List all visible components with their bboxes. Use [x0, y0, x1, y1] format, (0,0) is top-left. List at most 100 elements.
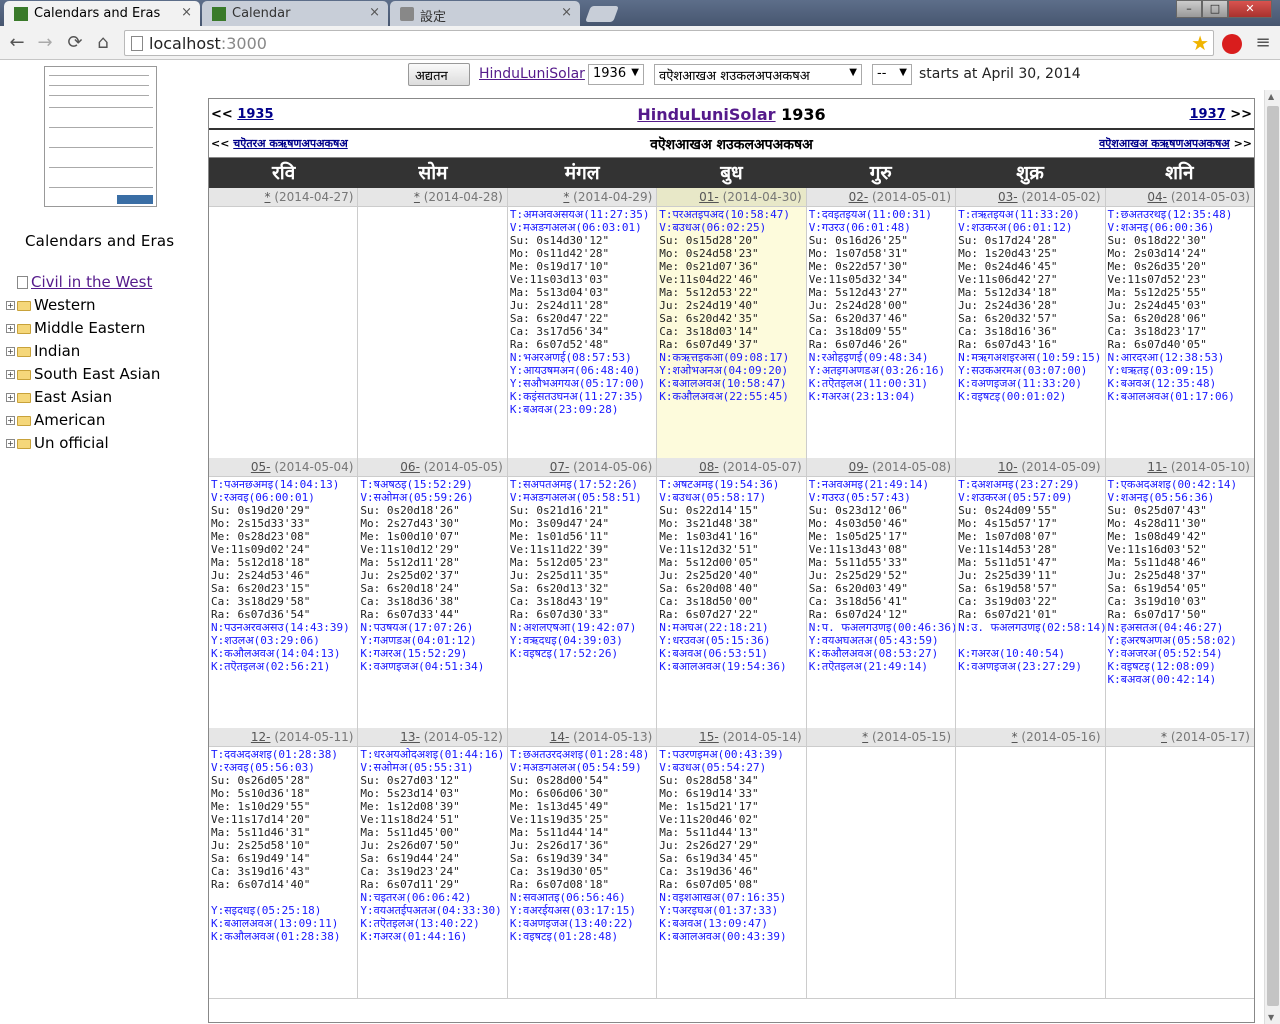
calendar-day-cell[interactable]: * (2014-05-15): [806, 728, 957, 998]
tree-item-indian[interactable]: + Indian: [6, 342, 80, 360]
calendar-title: HinduLuniSolar 1936: [209, 105, 1254, 124]
expand-icon[interactable]: +: [6, 439, 15, 448]
scroll-up-icon[interactable]: ▲: [1268, 92, 1274, 101]
calendar-day-cell[interactable]: 08- (2014-05-07) T:अषटअमइ(19:54:36) V:बउधअ…: [657, 458, 807, 728]
day-number-link[interactable]: 01-: [699, 190, 719, 204]
day-detail-line: Ju: 2s26d17'36": [509, 839, 610, 852]
calendar-day-cell[interactable]: 01- (2014-04-30) T:परअतइपअद(10:58:47) V:बउ…: [657, 188, 807, 458]
calendar-day-cell[interactable]: 06- (2014-05-05) T:षअषठइ(15:52:29) V:सओमअ(…: [358, 458, 508, 728]
tree-item-american[interactable]: + American: [6, 411, 105, 429]
calendar-day-cell[interactable]: * (2014-05-16): [956, 728, 1106, 998]
day-number-link[interactable]: *: [862, 730, 868, 744]
day-number-link[interactable]: 02-: [849, 190, 869, 204]
calendar-day-cell[interactable]: 07- (2014-05-06) T:सअपतअमइ(17:52:26) V:मअङ…: [507, 458, 658, 728]
day-detail-line: K:तऎतइलअ(02:56:21): [211, 660, 331, 673]
tab-calendar[interactable]: Calendar ×: [202, 1, 388, 26]
address-bar[interactable]: localhost:3000 ★: [124, 30, 1214, 56]
maximize-button[interactable]: □: [1202, 0, 1228, 18]
day-number-link[interactable]: 15-: [699, 730, 719, 744]
day-number-link[interactable]: *: [414, 190, 420, 204]
day-number-link[interactable]: 10-: [998, 460, 1018, 474]
tree-item-un-official[interactable]: + Un official: [6, 434, 109, 452]
calendar-day-cell[interactable]: 05- (2014-05-04) T:पअनछअमइ(14:04:13) V:रअव…: [209, 458, 359, 728]
day-select[interactable]: -- ▼: [872, 64, 912, 85]
tree-item-western[interactable]: + Western: [6, 296, 96, 314]
forward-button[interactable]: →: [34, 32, 56, 54]
calendar-day-cell[interactable]: 10- (2014-05-09) T:दअशअमइ(23:27:29) V:शउकर…: [956, 458, 1106, 728]
month-select[interactable]: वऎशआखअ शउकलअपअकषअ ▼: [654, 64, 862, 85]
calendar-day-cell[interactable]: 15- (2014-05-14) T:पउरणइमअ(00:43:39) V:बउध…: [657, 728, 807, 998]
day-number-link[interactable]: 04-: [1147, 190, 1167, 204]
tree-item-south-east-asian[interactable]: + South East Asian: [6, 365, 160, 383]
bookmark-star-icon[interactable]: ★: [1191, 31, 1209, 55]
calendar-day-cell[interactable]: 03- (2014-05-02) T:तऋतइयअ(11:33:20) V:शउकर…: [956, 188, 1106, 458]
home-button[interactable]: ⌂: [92, 32, 114, 54]
day-number-link[interactable]: 08-: [699, 460, 719, 474]
expand-icon[interactable]: +: [6, 370, 15, 379]
update-button[interactable]: अद्यतन: [408, 63, 470, 86]
calendar-title-link[interactable]: HinduLuniSolar: [637, 105, 775, 124]
calendar-day-cell[interactable]: * (2014-04-27): [209, 188, 359, 458]
day-detail-line: Me: 1s07d08'07": [958, 530, 1058, 543]
day-number-link[interactable]: *: [1161, 730, 1167, 744]
day-number-link[interactable]: *: [264, 190, 270, 204]
day-number-link[interactable]: 14-: [550, 730, 570, 744]
day-number-link[interactable]: 11-: [1147, 460, 1167, 474]
expand-icon[interactable]: +: [6, 347, 15, 356]
tree-link[interactable]: Civil in the West: [31, 273, 152, 291]
next-month-link[interactable]: वऎशआखअ कऋषणअपअकषअ: [1099, 137, 1230, 150]
calendar-day-cell[interactable]: 14- (2014-05-13) T:छअतउरदअशइ(01:28:48) V:म…: [507, 728, 658, 998]
tree-item-civil-in-the-west[interactable]: Civil in the West: [6, 273, 152, 291]
expand-icon[interactable]: +: [6, 416, 15, 425]
next-year-link[interactable]: 1937: [1189, 107, 1225, 122]
tab-settings[interactable]: 設定 ×: [390, 1, 580, 26]
expand-icon[interactable]: +: [6, 393, 15, 402]
calendar-day-cell[interactable]: 02- (2014-05-01) T:दवइतइयअ(11:00:31) V:गउर…: [806, 188, 957, 458]
calendar-type-link[interactable]: HinduLuniSolar: [479, 66, 585, 82]
extension-icon[interactable]: [1222, 34, 1242, 54]
page-thumbnail[interactable]: [44, 66, 157, 207]
calendar-day-cell[interactable]: * (2014-05-17): [1105, 728, 1254, 998]
day-detail-line: Ca: 3s18d29'58": [211, 595, 311, 608]
calendar-day-cell[interactable]: * (2014-04-29) T:अमअवअसयअ(11:27:35) V:मअङग…: [507, 188, 658, 458]
tree-item-middle-eastern[interactable]: + Middle Eastern: [6, 319, 145, 337]
close-tab-icon[interactable]: ×: [561, 5, 572, 20]
day-detail-line: Ra: 6s07d46'26": [808, 338, 909, 351]
day-number-link[interactable]: 13-: [400, 730, 420, 744]
calendar-day-cell[interactable]: 11- (2014-05-10) T:एकअदअशइ(00:42:14) V:शअन…: [1105, 458, 1254, 728]
day-number-link[interactable]: 06-: [400, 460, 420, 474]
day-detail-line: Ca: 3s18d09'55": [808, 325, 909, 338]
day-detail-line: V:मअङगअलअ(05:54:59): [509, 761, 642, 774]
expand-icon[interactable]: +: [6, 324, 15, 333]
calendar-day-cell[interactable]: 04- (2014-05-03) T:छअतउरथइ(12:35:48) V:शअन…: [1105, 188, 1254, 458]
year-select[interactable]: 1936 ▼: [588, 64, 644, 85]
calendar-day-cell[interactable]: 13- (2014-05-12) T:धरअयओदअशइ(01:44:16) V:स…: [358, 728, 508, 998]
scrollbar-thumb[interactable]: [1267, 106, 1279, 1006]
close-tab-icon[interactable]: ×: [181, 5, 192, 20]
day-number-link[interactable]: 05-: [251, 460, 271, 474]
day-detail-line: Ve:11s03d13'03": [509, 273, 610, 286]
tab-calendars-and-eras[interactable]: Calendars and Eras ×: [4, 1, 200, 26]
back-button[interactable]: ←: [6, 32, 28, 54]
day-detail-line: Mo: 2s03d14'24": [1107, 247, 1207, 260]
minimize-button[interactable]: –: [1176, 0, 1202, 18]
reload-button[interactable]: ⟳: [64, 32, 86, 54]
day-number-link[interactable]: *: [563, 190, 569, 204]
day-number-link[interactable]: 03-: [998, 190, 1018, 204]
close-window-button[interactable]: ✕: [1228, 0, 1272, 18]
calendar-day-cell[interactable]: 12- (2014-05-11) T:दवअदअशइ(01:28:38) V:रअव…: [209, 728, 359, 998]
day-number-link[interactable]: *: [1012, 730, 1018, 744]
scroll-down-icon[interactable]: ▼: [1268, 1013, 1274, 1022]
close-tab-icon[interactable]: ×: [369, 5, 380, 20]
chrome-menu-button[interactable]: ≡: [1252, 32, 1274, 54]
page-scrollbar[interactable]: ▲ ▼: [1264, 90, 1280, 1024]
day-number-link[interactable]: 07-: [550, 460, 570, 474]
day-detail-line: Y:पअरइघअ(01:37:33): [659, 904, 779, 917]
day-number-link[interactable]: 12-: [251, 730, 271, 744]
calendar-day-cell[interactable]: * (2014-04-28): [358, 188, 508, 458]
calendar-day-cell[interactable]: 09- (2014-05-08) T:नअवअमइ(21:49:14) V:गउरउ…: [806, 458, 957, 728]
tree-item-east-asian[interactable]: + East Asian: [6, 388, 112, 406]
new-tab-button[interactable]: [585, 6, 619, 22]
expand-icon[interactable]: +: [6, 301, 15, 310]
day-number-link[interactable]: 09-: [849, 460, 869, 474]
